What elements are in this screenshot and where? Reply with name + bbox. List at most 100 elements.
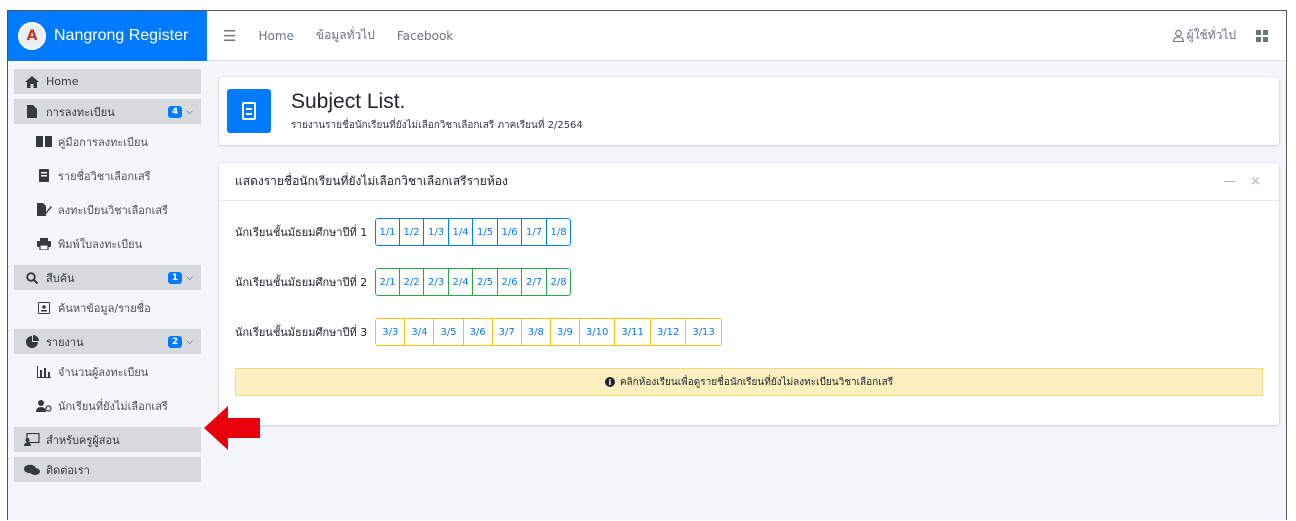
room-button-group: 1/1 1/2 1/3 1/4 1/5 1/6 1/7 1/8 bbox=[375, 218, 572, 246]
room-button[interactable]: 3/9 bbox=[550, 318, 580, 346]
room-button[interactable]: 3/6 bbox=[463, 318, 493, 346]
sidebar-nav: Home การลงทะเบียน 4 ⌵ คู่มือการลงทะเบียน bbox=[8, 61, 207, 482]
book-icon bbox=[227, 89, 271, 133]
book-icon bbox=[36, 169, 52, 182]
room-button[interactable]: 3/11 bbox=[615, 318, 651, 346]
room-button[interactable]: 2/5 bbox=[473, 268, 498, 296]
apps-grid-icon[interactable] bbox=[1256, 29, 1268, 42]
screenshot-frame: A Nangrong Register Home การลงทะเบียน 4 … bbox=[0, 0, 1296, 521]
nav-link-facebook[interactable]: Facebook bbox=[397, 29, 453, 43]
room-button[interactable]: 1/8 bbox=[546, 218, 572, 246]
room-button[interactable]: 1/2 bbox=[399, 218, 425, 246]
sidebar-item-register-elective[interactable]: ลงทะเบียนวิชาเลือกเสรี bbox=[14, 197, 201, 222]
grade-label: นักเรียนชั้นมัธยมศึกษาปีที่ 3 bbox=[235, 326, 368, 339]
room-button[interactable]: 3/4 bbox=[405, 318, 435, 346]
sidebar-item-label: Home bbox=[46, 75, 79, 88]
school-logo-icon: A bbox=[18, 22, 46, 50]
sidebar-item-find-info[interactable]: ค้นหาข้อมูล/รายชื่อ bbox=[14, 295, 201, 320]
sidebar-item-registration[interactable]: การลงทะเบียน 4 ⌵ bbox=[14, 99, 201, 124]
card-body: นักเรียนชั้นมัธยมศึกษาปีที่ 1 1/1 1/2 1/… bbox=[219, 201, 1279, 396]
print-icon bbox=[36, 237, 52, 250]
room-button[interactable]: 2/3 bbox=[424, 268, 449, 296]
sidebar-item-label: สืบค้น bbox=[46, 271, 75, 285]
sidebar-item-teachers[interactable]: สำหรับครูผู้สอน bbox=[14, 427, 201, 452]
room-button[interactable]: 3/7 bbox=[492, 318, 522, 346]
sidebar-item-label: จำนวนผู้ลงทะเบียน bbox=[58, 365, 149, 379]
room-button[interactable]: 2/2 bbox=[399, 268, 425, 296]
home-icon bbox=[24, 75, 40, 88]
room-button[interactable]: 1/3 bbox=[424, 218, 449, 246]
room-button[interactable]: 3/10 bbox=[579, 318, 616, 346]
sidebar: A Nangrong Register Home การลงทะเบียน 4 … bbox=[8, 11, 207, 520]
room-button[interactable]: 1/6 bbox=[497, 218, 523, 246]
page-subtitle: รายงานรายชื่อนักเรียนที่ยังไม่เลือกวิชาเ… bbox=[291, 119, 583, 131]
sidebar-item-label: รายงาน bbox=[46, 335, 84, 349]
sidebar-item-reports[interactable]: รายงาน 2 ⌵ bbox=[14, 329, 201, 354]
sidebar-item-contact[interactable]: ติดต่อเรา bbox=[14, 457, 201, 482]
sidebar-item-search[interactable]: สืบค้น 1 ⌵ bbox=[14, 265, 201, 290]
sidebar-item-home[interactable]: Home bbox=[14, 69, 201, 94]
sidebar-item-label: ค้นหาข้อมูล/รายชื่อ bbox=[58, 301, 151, 315]
count-badge: 1 bbox=[167, 271, 183, 284]
room-button[interactable]: 3/12 bbox=[650, 318, 687, 346]
grade-row-3: นักเรียนชั้นมัธยมศึกษาปีที่ 3 3/3 3/4 3/… bbox=[235, 318, 1263, 346]
sidebar-item-students-not-selected[interactable]: นักเรียนที่ยังไม่เลือกเสรี bbox=[14, 393, 201, 418]
sidebar-item-manual[interactable]: คู่มือการลงทะเบียน bbox=[14, 129, 201, 154]
room-button[interactable]: 2/4 bbox=[448, 268, 474, 296]
sidebar-item-registrant-count[interactable]: จำนวนผู้ลงทะเบียน bbox=[14, 359, 201, 384]
card-tools: — × bbox=[1209, 174, 1261, 189]
chevron-down-icon: ⌵ bbox=[186, 106, 193, 117]
room-list-card: แสดงรายชื่อนักเรียนที่ยังไม่เลือกวิชาเลื… bbox=[219, 163, 1279, 425]
sidebar-item-label: นักเรียนที่ยังไม่เลือกเสรี bbox=[58, 399, 168, 413]
nav-link-general-info[interactable]: ข้อมูลทั่วไป bbox=[316, 26, 375, 45]
file-icon bbox=[24, 105, 40, 118]
edit-file-icon bbox=[36, 203, 52, 216]
sidebar-item-print[interactable]: พิมพ์ใบลงทะเบียน bbox=[14, 231, 201, 256]
sidebar-item-label: การลงทะเบียน bbox=[46, 105, 115, 119]
room-button[interactable]: 3/5 bbox=[434, 318, 464, 346]
room-button[interactable]: 2/6 bbox=[497, 268, 523, 296]
info-alert: i คลิกห้องเรียนเพื่อดูรายชื่อนักเรียนที่… bbox=[235, 368, 1263, 396]
room-button[interactable]: 2/8 bbox=[546, 268, 572, 296]
minimize-icon[interactable]: — bbox=[1223, 174, 1236, 189]
close-icon[interactable]: × bbox=[1250, 174, 1261, 189]
red-arrow-icon bbox=[204, 406, 260, 450]
chevron-down-icon: ⌵ bbox=[186, 336, 193, 347]
sidebar-item-elective-list[interactable]: รายชื่อวิชาเลือกเสรี bbox=[14, 163, 201, 188]
nav-link-home[interactable]: Home bbox=[258, 29, 293, 43]
menu-toggle-icon[interactable]: ☰ bbox=[223, 27, 236, 45]
room-button[interactable]: 1/5 bbox=[473, 218, 498, 246]
user-icon bbox=[36, 399, 52, 412]
main-content: Subject List. รายงานรายชื่อนักเรียนที่ยั… bbox=[207, 61, 1286, 520]
chevron-down-icon: ⌵ bbox=[186, 272, 193, 283]
room-button[interactable]: 1/1 bbox=[375, 218, 400, 246]
brand-title: Nangrong Register bbox=[54, 27, 189, 44]
room-button-group: 2/1 2/2 2/3 2/4 2/5 2/6 2/7 2/8 bbox=[375, 268, 572, 296]
sidebar-item-label: รายชื่อวิชาเลือกเสรี bbox=[58, 169, 151, 183]
pie-chart-icon bbox=[24, 335, 40, 348]
room-button[interactable]: 3/13 bbox=[686, 318, 722, 346]
user-label: ผู้ใช้ทั่วไป bbox=[1186, 28, 1236, 42]
page-header-card: Subject List. รายงานรายชื่อนักเรียนที่ยั… bbox=[219, 77, 1279, 145]
room-button[interactable]: 3/8 bbox=[521, 318, 551, 346]
count-badge: 2 bbox=[167, 335, 183, 348]
user-menu[interactable]: ผู้ใช้ทั่วไป bbox=[1172, 26, 1268, 45]
room-button[interactable]: 2/1 bbox=[375, 268, 400, 296]
sidebar-item-label: คู่มือการลงทะเบียน bbox=[58, 135, 148, 149]
brand-link[interactable]: A Nangrong Register bbox=[8, 11, 207, 61]
search-icon bbox=[24, 271, 40, 284]
room-button[interactable]: 1/4 bbox=[448, 218, 474, 246]
count-badge: 4 bbox=[167, 105, 183, 118]
page-title: Subject List. bbox=[291, 89, 406, 113]
teacher-icon bbox=[24, 433, 40, 446]
comments-icon bbox=[24, 464, 40, 476]
top-navbar: ☰ Home ข้อมูลทั่วไป Facebook ผู้ใช้ทั่วไ… bbox=[207, 11, 1286, 61]
room-button[interactable]: 2/7 bbox=[522, 268, 547, 296]
room-button[interactable]: 3/3 bbox=[375, 318, 406, 346]
sidebar-item-label: ลงทะเบียนวิชาเลือกเสรี bbox=[58, 203, 168, 217]
grade-row-2: นักเรียนชั้นมัธยมศึกษาปีที่ 2 2/1 2/2 2/… bbox=[235, 268, 1263, 296]
grade-label: นักเรียนชั้นมัธยมศึกษาปีที่ 2 bbox=[235, 276, 368, 289]
grade-label: นักเรียนชั้นมัธยมศึกษาปีที่ 1 bbox=[235, 226, 368, 239]
card-header: แสดงรายชื่อนักเรียนที่ยังไม่เลือกวิชาเลื… bbox=[219, 163, 1279, 201]
room-button[interactable]: 1/7 bbox=[522, 218, 547, 246]
